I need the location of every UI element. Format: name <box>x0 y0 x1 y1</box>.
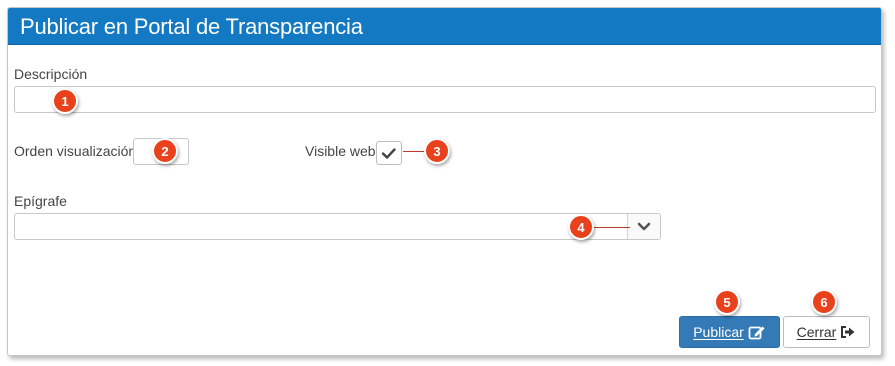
dialog-title-bar: Publicar en Portal de Transparencia <box>8 8 881 45</box>
callout-2-badge: 2 <box>152 138 178 164</box>
callout-3-leader <box>403 151 426 152</box>
cerrar-button[interactable]: Cerrar <box>783 316 870 348</box>
epigrafe-dropdown-toggle[interactable] <box>627 214 660 239</box>
dialog-title: Publicar en Portal de Transparencia <box>20 14 363 39</box>
visible-web-checkbox[interactable] <box>376 141 402 165</box>
callout-3-badge: 3 <box>424 138 450 164</box>
callout-5-badge: 5 <box>714 289 740 315</box>
callout-1-badge: 1 <box>52 88 78 114</box>
callout-6-badge: 6 <box>811 289 837 315</box>
visible-web-label: Visible web <box>305 143 376 159</box>
callout-4-badge: 4 <box>568 214 594 240</box>
callout-4-leader <box>594 227 630 228</box>
descripcion-label: Descripción <box>14 66 88 82</box>
publish-dialog: Publicar en Portal de Transparencia Desc… <box>7 7 882 356</box>
descripcion-input[interactable] <box>14 86 876 113</box>
edit-icon <box>748 326 765 340</box>
chevron-down-icon <box>637 222 651 231</box>
publicar-button-label: Publicar <box>693 324 744 340</box>
cerrar-button-label: Cerrar <box>796 324 837 340</box>
publicar-button[interactable]: Publicar <box>679 316 780 348</box>
epigrafe-label: Epígrafe <box>14 193 67 209</box>
orden-visualizacion-label: Orden visualización <box>14 143 137 159</box>
epigrafe-select[interactable] <box>14 213 661 240</box>
sign-out-icon <box>841 326 855 338</box>
checkmark-icon <box>381 148 396 159</box>
